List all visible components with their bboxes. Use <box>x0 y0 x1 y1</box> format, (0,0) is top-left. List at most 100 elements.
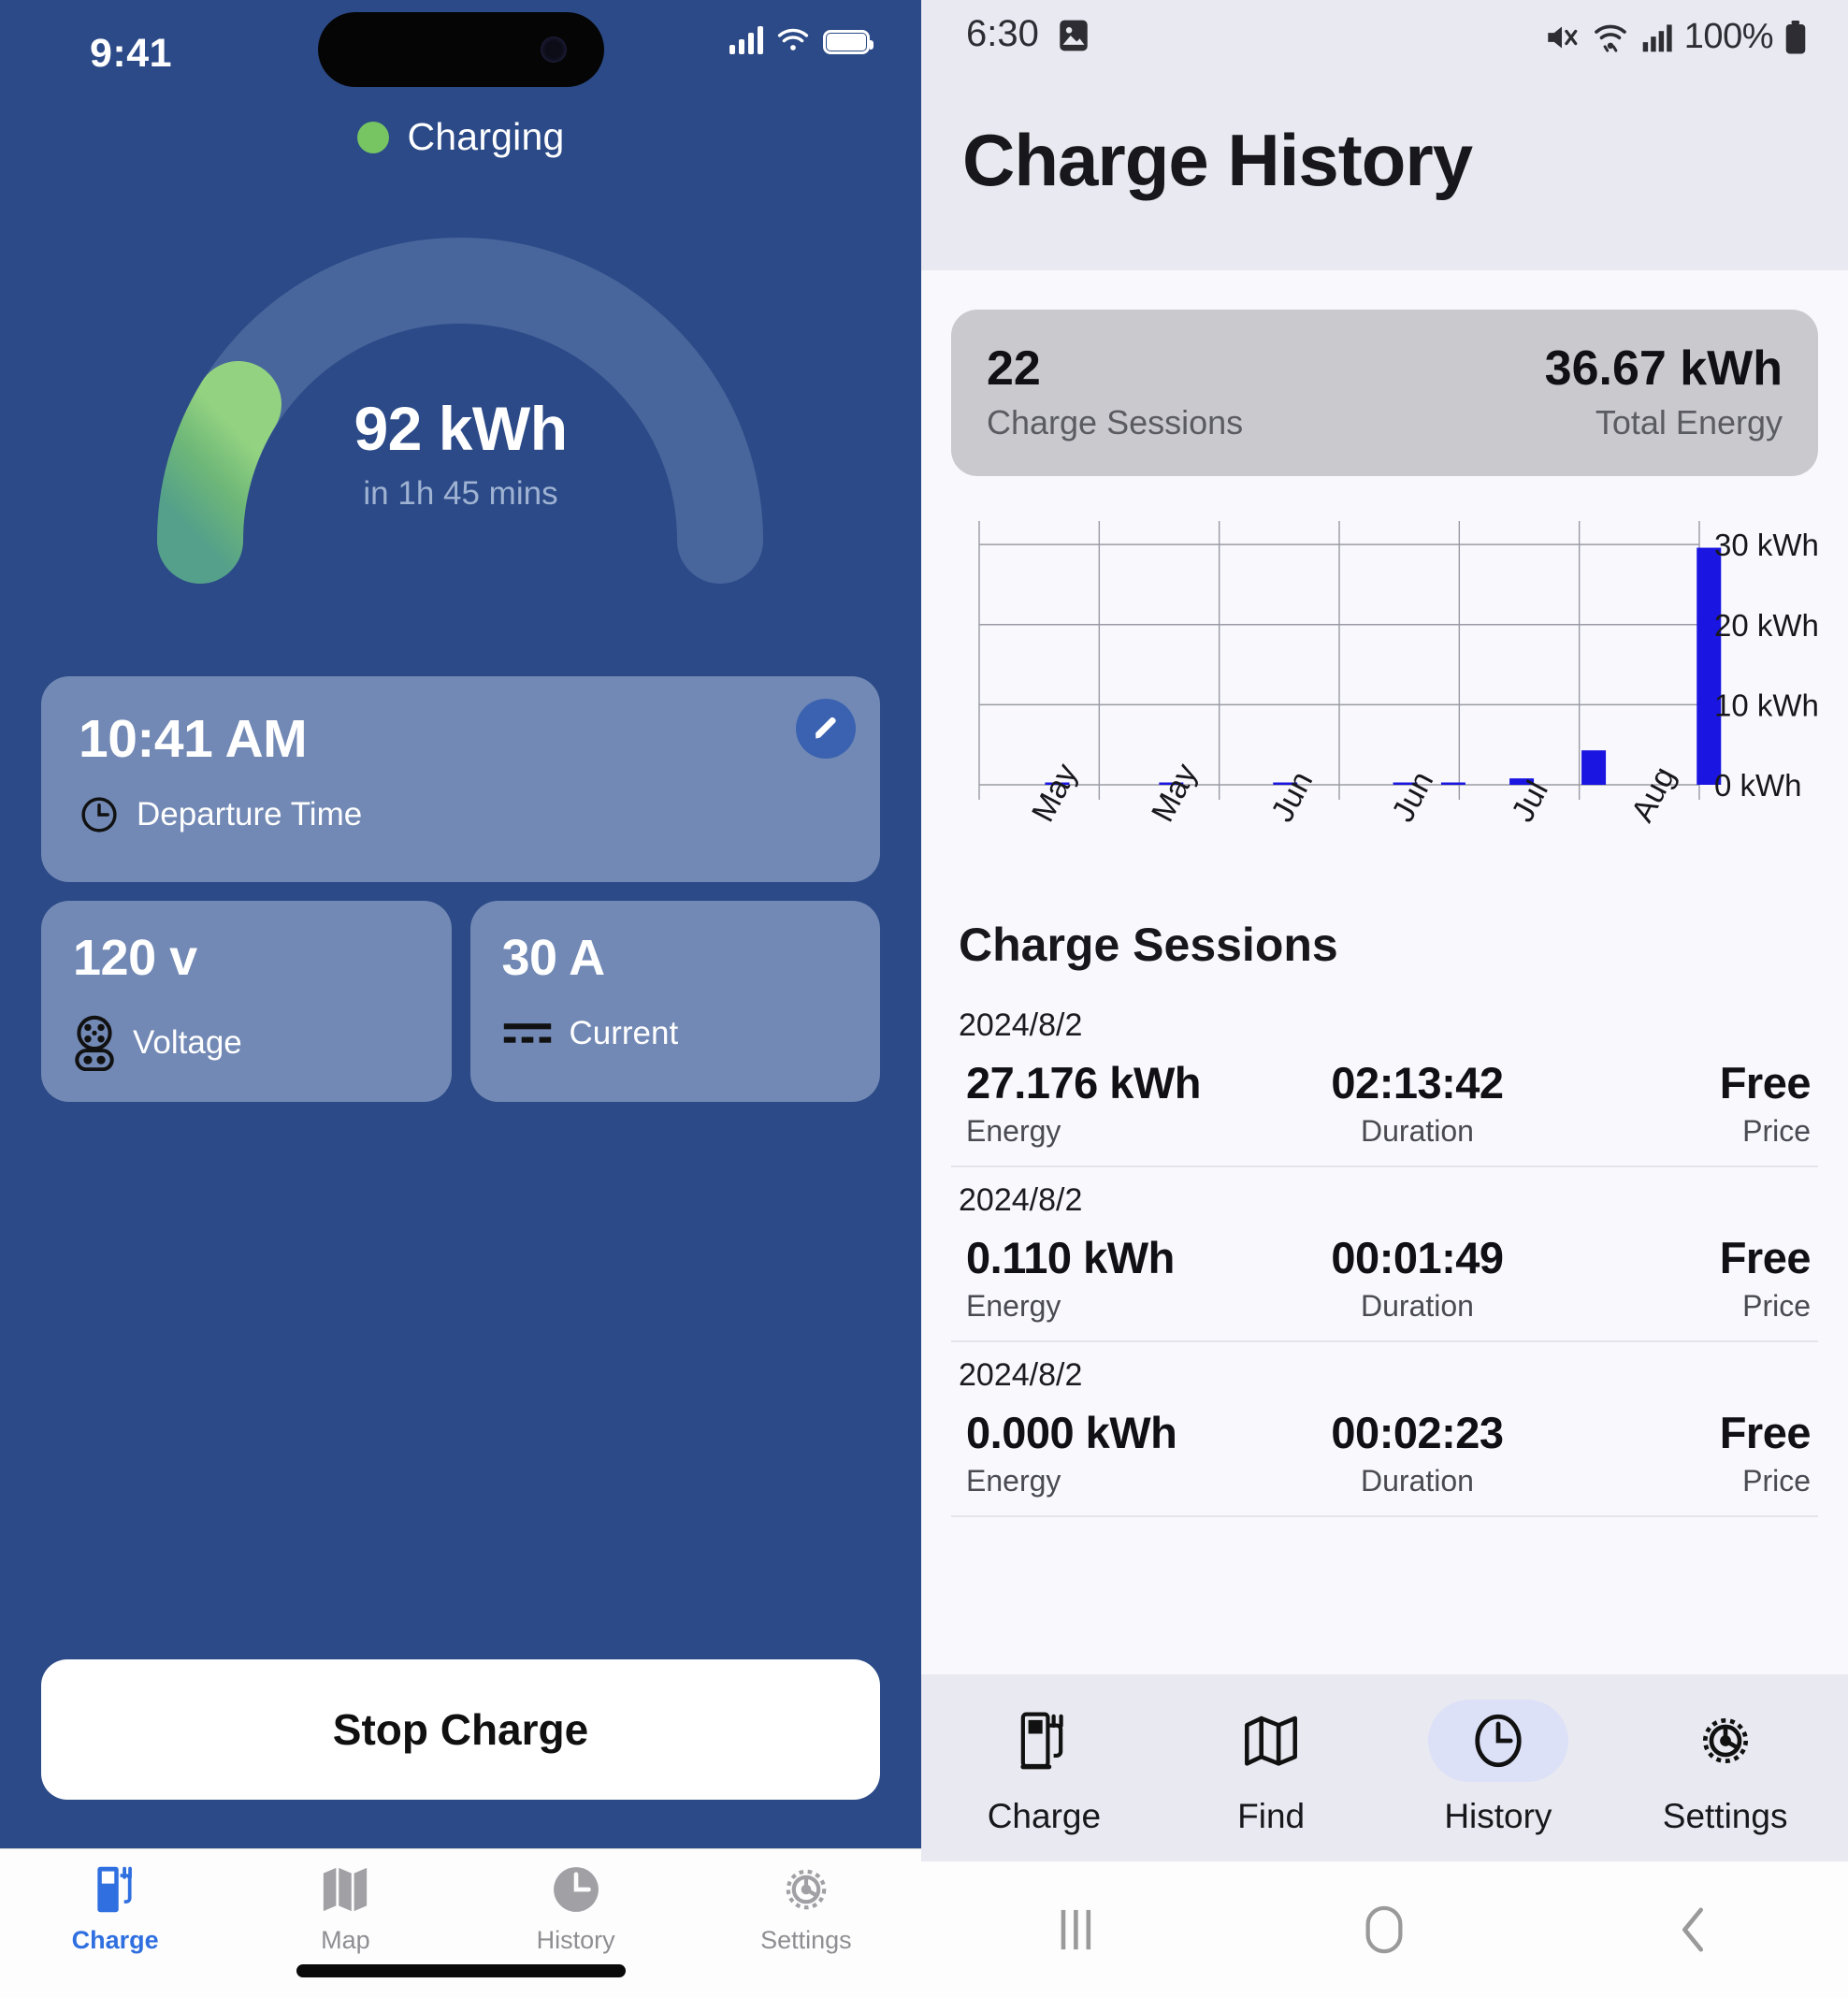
charger-pump-icon <box>974 1700 1114 1782</box>
session-duration-value: 00:02:23 <box>1331 1408 1504 1457</box>
chart-x-axis-labels: May May Jun Jun Jul Aug <box>951 758 1818 905</box>
battery-icon <box>823 30 873 54</box>
ev-connector-icon <box>75 1015 114 1071</box>
wifi-icon <box>1594 24 1626 52</box>
session-price-label: Price <box>1742 1289 1811 1323</box>
session-price-label: Price <box>1742 1114 1811 1148</box>
summary-sessions-value: 22 <box>987 340 1041 396</box>
session-price-value: Free <box>1719 1058 1812 1108</box>
svg-text:20 kWh: 20 kWh <box>1714 608 1818 643</box>
clock-icon <box>551 1860 601 1918</box>
ios-tab-label: History <box>536 1926 615 1954</box>
front-camera-icon <box>540 36 567 63</box>
recents-icon[interactable] <box>1019 1892 1132 1967</box>
android-tab-label: History <box>1444 1797 1552 1835</box>
session-date: 2024/8/2 <box>959 1007 1083 1043</box>
ios-tab-label: Charge <box>71 1926 159 1954</box>
battery-icon <box>1785 20 1806 53</box>
departure-time-label: Departure Time <box>137 796 363 832</box>
mute-icon <box>1548 26 1578 48</box>
session-date: 2024/8/2 <box>959 1357 1083 1393</box>
session-duration-value: 00:01:49 <box>1331 1233 1504 1282</box>
session-price-value: Free <box>1719 1408 1812 1457</box>
svg-text:30 kWh: 30 kWh <box>1714 528 1818 562</box>
session-energy-label: Energy <box>966 1289 1061 1323</box>
session-duration-label: Duration <box>1361 1289 1474 1323</box>
charger-pump-icon <box>94 1860 137 1918</box>
summary-sessions-label: Charge Sessions <box>987 403 1244 442</box>
energy-bar-chart: 0 kWh 10 kWh 20 kWh 30 kWh May May Jun Jun Jul A… <box>951 521 1818 914</box>
summary-energy-value: 36.67 kWh <box>1544 340 1783 396</box>
android-tab-label: Find <box>1237 1797 1306 1835</box>
android-tab-settings[interactable]: Settings <box>1611 1700 1839 1836</box>
session-duration-label: Duration <box>1361 1114 1474 1148</box>
ios-status-bar: 9:41 <box>0 0 921 98</box>
android-system-navbar <box>921 1861 1848 1998</box>
session-price-value: Free <box>1719 1233 1812 1282</box>
map-icon <box>1201 1700 1341 1782</box>
summary-energy-label: Total Energy <box>1595 403 1783 442</box>
back-icon[interactable] <box>1638 1892 1750 1967</box>
map-icon <box>320 1860 370 1918</box>
voltage-label: Voltage <box>133 1024 242 1061</box>
cellular-signal-icon <box>1642 23 1672 51</box>
android-content: 22 Charge Sessions 36.67 kWh Total Energ… <box>921 270 1848 1674</box>
gear-icon <box>1655 1700 1796 1782</box>
home-indicator <box>296 1964 626 1977</box>
clock-icon <box>81 797 117 832</box>
ios-tab-charge[interactable]: Charge <box>0 1860 230 1955</box>
stop-charge-button[interactable]: Stop Charge <box>41 1659 880 1800</box>
voltage-card[interactable]: 120 v Voltage <box>41 901 452 1102</box>
session-energy-value: 0.110 kWh <box>966 1233 1175 1282</box>
svg-text:10 kWh: 10 kWh <box>1714 688 1818 722</box>
ios-tab-settings[interactable]: Settings <box>691 1860 921 1955</box>
android-tab-charge[interactable]: Charge <box>931 1700 1158 1836</box>
charge-gauge: 92 kWh in 1h 45 mins <box>0 185 921 625</box>
android-tab-label: Charge <box>987 1797 1102 1835</box>
android-tab-bar: Charge Find History Settings <box>921 1674 1848 1861</box>
departure-time-card[interactable]: 10:41 AM Departure Time <box>41 676 880 882</box>
status-dot-icon <box>356 121 389 153</box>
clock-icon <box>1427 1700 1568 1782</box>
home-icon[interactable] <box>1328 1892 1440 1967</box>
chart-plot-area: 0 kWh 10 kWh 20 kWh 30 kWh <box>978 521 1818 803</box>
android-tab-history[interactable]: History <box>1385 1700 1612 1836</box>
pencil-icon <box>816 717 836 739</box>
session-energy-label: Energy <box>966 1464 1061 1498</box>
departure-time-value: 10:41 AM <box>79 709 308 769</box>
dc-current-icon <box>503 1023 551 1043</box>
charging-status: Charging <box>0 115 921 159</box>
summary-card: 22 Charge Sessions 36.67 kWh Total Energ… <box>951 310 1818 476</box>
charging-status-label: Charging <box>407 115 565 158</box>
session-date: 2024/8/2 <box>959 1182 1083 1218</box>
ios-tab-history[interactable]: History <box>461 1860 691 1955</box>
session-row[interactable]: 2024/8/2 27.176 kWh Energy 02:13:42 Duration… <box>951 992 1818 1167</box>
android-phone-screen: 6:30 100% Charge History 22 Charge Sessi… <box>921 0 1848 1998</box>
session-duration-label: Duration <box>1361 1464 1474 1498</box>
svg-text:0 kWh: 0 kWh <box>1714 768 1802 803</box>
cellular-signal-icon <box>729 26 763 54</box>
ios-phone-screen: 9:41 Charging 92 kWh in 1h 45 mins 10:41… <box>0 0 921 1998</box>
battery-percent-label: 100% <box>1683 17 1774 56</box>
sessions-heading: Charge Sessions <box>959 919 1338 971</box>
current-label: Current <box>569 1015 679 1051</box>
ios-status-time: 9:41 <box>90 31 173 76</box>
android-header: 6:30 100% Charge History <box>921 0 1848 270</box>
summary-energy: 36.67 kWh Total Energy <box>1545 343 1783 443</box>
session-row[interactable]: 2024/8/2 0.110 kWh Energy 00:01:49 Duration F… <box>951 1167 1818 1342</box>
wifi-icon <box>777 28 809 51</box>
current-card[interactable]: 30 A Current <box>469 901 880 1102</box>
edit-departure-button[interactable] <box>796 699 856 759</box>
android-status-time: 6:30 <box>966 13 1039 54</box>
sessions-list: 2024/8/2 27.176 kWh Energy 02:13:42 Duration… <box>951 992 1818 1517</box>
gauge-value: 92 kWh <box>354 394 568 463</box>
session-price-label: Price <box>1742 1464 1811 1498</box>
page-title: Charge History <box>962 119 1473 201</box>
session-energy-label: Energy <box>966 1114 1061 1148</box>
gauge-subtitle: in 1h 45 mins <box>363 475 558 512</box>
android-tab-find[interactable]: Find <box>1158 1700 1385 1836</box>
ios-tab-label: Map <box>321 1926 370 1954</box>
image-icon <box>1060 20 1088 51</box>
ios-tab-map[interactable]: Map <box>230 1860 460 1955</box>
session-row[interactable]: 2024/8/2 0.000 kWh Energy 00:02:23 Duration F… <box>951 1342 1818 1517</box>
